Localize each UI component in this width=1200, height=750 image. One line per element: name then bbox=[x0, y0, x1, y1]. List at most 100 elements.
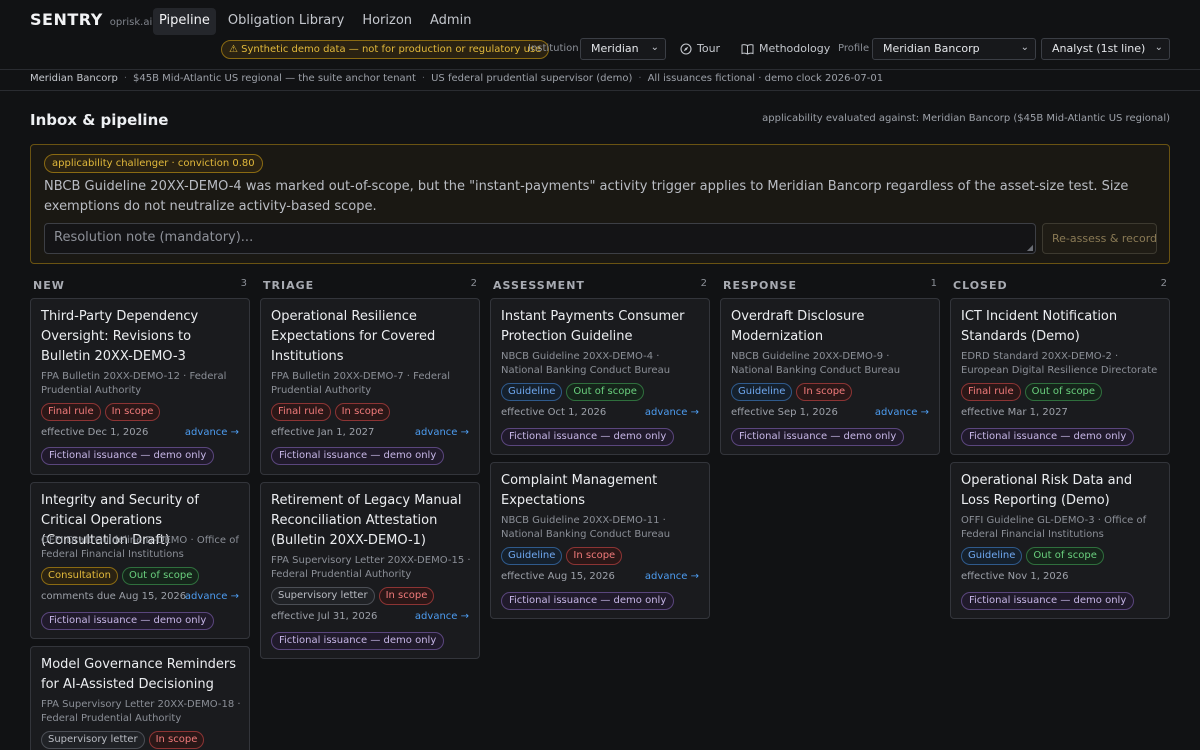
type-badge: Guideline bbox=[961, 547, 1023, 565]
column-title: NEW bbox=[33, 279, 65, 292]
column-count: 2 bbox=[700, 278, 707, 289]
column-header: CLOSED 2 bbox=[950, 276, 1170, 298]
card-meta: FPA Bulletin 20XX-DEMO-12 · Federal Prud… bbox=[41, 371, 227, 396]
column-closed: CLOSED 2 ICT Incident Notification Stand… bbox=[950, 276, 1170, 619]
book-icon bbox=[741, 43, 754, 55]
tab-horizon[interactable]: Horizon bbox=[356, 8, 418, 35]
fictional-badge: Fictional issuance — demo only bbox=[41, 612, 215, 630]
breadcrumb: Meridian Bancorp · $45B Mid-Atlantic US re… bbox=[0, 69, 1200, 91]
issuance-card[interactable]: Integrity and Security of Critical Opera… bbox=[30, 482, 250, 639]
scope-badge: Out of scope bbox=[1026, 547, 1104, 565]
institution-select[interactable]: Meridian ⌄ bbox=[580, 38, 666, 60]
issuance-card[interactable]: Third-Party Dependency Oversight: Revisi… bbox=[30, 298, 250, 475]
challenger-badge: applicability challenger · conviction 0.… bbox=[44, 154, 263, 173]
card-tags: Supervisory letter In scope bbox=[271, 587, 435, 605]
advance-link[interactable]: advance → bbox=[185, 427, 239, 438]
column-count: 2 bbox=[1160, 278, 1167, 289]
column-assessment: ASSESSMENT 2 Instant Payments Consumer P… bbox=[490, 276, 710, 619]
synthetic-data-warning: ⚠ Synthetic demo data — not for producti… bbox=[221, 40, 550, 59]
scope-badge: In scope bbox=[796, 383, 853, 401]
card-meta: NBCB Guideline 20XX-DEMO-4 · National Ba… bbox=[501, 351, 671, 376]
card-meta: FPA Supervisory Letter 20XX-DEMO-15 · Fe… bbox=[271, 555, 471, 580]
type-badge: Supervisory letter bbox=[41, 731, 145, 749]
issuance-card[interactable]: Complaint Management Expectations NBCB G… bbox=[490, 462, 710, 619]
card-effective-date: effective Aug 15, 2026 bbox=[501, 571, 615, 582]
card-effective-date: effective Dec 1, 2026 bbox=[41, 427, 149, 438]
tab-admin[interactable]: Admin bbox=[424, 8, 477, 35]
top-bar: SENTRY oprisk.ai Pipeline Obligation Lib… bbox=[0, 0, 1200, 70]
card-effective-date: effective Nov 1, 2026 bbox=[961, 571, 1069, 582]
breadcrumb-item: $45B Mid-Atlantic US regional — the suit… bbox=[133, 73, 416, 84]
role-value: Analyst (1st line) bbox=[1052, 42, 1146, 55]
column-title: CLOSED bbox=[953, 279, 1008, 292]
card-effective-date: comments due Aug 15, 2026 bbox=[41, 591, 187, 602]
column-count: 3 bbox=[240, 278, 247, 289]
type-badge: Guideline bbox=[731, 383, 793, 401]
profile-value: Meridian Bancorp bbox=[883, 42, 980, 55]
advance-link[interactable]: advance → bbox=[645, 407, 699, 418]
card-tags: Final rule In scope bbox=[271, 403, 391, 421]
issuance-card[interactable]: Operational Risk Data and Loss Reporting… bbox=[950, 462, 1170, 619]
card-meta: OFFI Guideline GL-DEMO-3 · Office of Fed… bbox=[961, 515, 1147, 540]
profile-select[interactable]: Meridian Bancorp ⌄ bbox=[872, 38, 1036, 60]
issuance-card[interactable]: Operational Resilience Expectations for … bbox=[260, 298, 480, 475]
resolution-note-input[interactable]: Resolution note (mandatory)... ◢ bbox=[44, 223, 1036, 254]
advance-link[interactable]: advance → bbox=[645, 571, 699, 582]
fictional-badge: Fictional issuance — demo only bbox=[271, 447, 445, 465]
issuance-card[interactable]: Instant Payments Consumer Protection Gui… bbox=[490, 298, 710, 455]
advance-link[interactable]: advance → bbox=[415, 611, 469, 622]
issuance-card[interactable]: ICT Incident Notification Standards (Dem… bbox=[950, 298, 1170, 455]
type-badge: Guideline bbox=[501, 547, 563, 565]
card-effective-date: effective Oct 1, 2026 bbox=[501, 407, 607, 418]
column-header: NEW 3 bbox=[30, 276, 250, 298]
advance-link[interactable]: advance → bbox=[875, 407, 929, 418]
advance-link[interactable]: advance → bbox=[415, 427, 469, 438]
column-triage: TRIAGE 2 Operational Resilience Expectat… bbox=[260, 276, 480, 659]
brand-subtitle: oprisk.ai bbox=[109, 17, 153, 28]
institution-value: Meridian bbox=[591, 42, 639, 55]
resize-grip-icon[interactable]: ◢ bbox=[1027, 243, 1033, 252]
scope-badge: Out of scope bbox=[1024, 383, 1103, 401]
card-effective-date: effective Jul 31, 2026 bbox=[271, 611, 378, 622]
scope-badge: In scope bbox=[148, 731, 205, 749]
card-title: Operational Risk Data and Loss Reporting… bbox=[961, 473, 1133, 508]
column-title: ASSESSMENT bbox=[493, 279, 585, 292]
role-select[interactable]: Analyst (1st line) ⌄ bbox=[1041, 38, 1170, 60]
card-tags: Guideline Out of scope bbox=[501, 383, 644, 401]
breadcrumb-item[interactable]: Meridian Bancorp bbox=[30, 73, 118, 84]
tab-obligation-library[interactable]: Obligation Library bbox=[222, 8, 350, 35]
card-title: Instant Payments Consumer Protection Gui… bbox=[501, 309, 685, 344]
reassess-record-button[interactable]: Re-assess & record bbox=[1042, 223, 1157, 254]
card-meta: EDRD Standard 20XX-DEMO-2 · European Dig… bbox=[961, 351, 1158, 376]
tour-button[interactable]: Tour bbox=[680, 42, 720, 55]
card-tags: Supervisory letter In scope bbox=[41, 731, 205, 749]
issuance-card[interactable]: Overdraft Disclosure Modernization NBCB … bbox=[720, 298, 940, 455]
profile-label: Profile bbox=[838, 43, 870, 54]
type-badge: Supervisory letter bbox=[271, 587, 375, 605]
methodology-label: Methodology bbox=[759, 42, 831, 55]
card-tags: Guideline In scope bbox=[731, 383, 853, 401]
card-title: Complaint Management Expectations bbox=[501, 473, 658, 508]
fictional-badge: Fictional issuance — demo only bbox=[501, 428, 675, 446]
challenger-text: NBCB Guideline 20XX-DEMO-4 was marked ou… bbox=[44, 179, 1129, 214]
issuance-card[interactable]: Retirement of Legacy Manual Reconciliati… bbox=[260, 482, 480, 659]
type-badge: Consultation bbox=[41, 567, 118, 585]
issuance-card[interactable]: Model Governance Reminders for AI-Assist… bbox=[30, 646, 250, 750]
methodology-button[interactable]: Methodology bbox=[741, 42, 830, 55]
fictional-badge: Fictional issuance — demo only bbox=[961, 592, 1135, 610]
card-meta: NBCB Guideline 20XX-DEMO-11 · National B… bbox=[501, 515, 671, 540]
card-meta: OFFI Draft Guideline D-DEMO · Office of … bbox=[41, 535, 239, 560]
type-badge: Guideline bbox=[501, 383, 563, 401]
scope-badge: In scope bbox=[334, 403, 391, 421]
tab-pipeline[interactable]: Pipeline bbox=[153, 8, 216, 35]
card-tags: Guideline Out of scope bbox=[961, 547, 1104, 565]
type-badge: Final rule bbox=[41, 403, 101, 421]
card-title: Overdraft Disclosure Modernization bbox=[731, 309, 865, 344]
column-title: TRIAGE bbox=[263, 279, 315, 292]
card-title: Operational Resilience Expectations for … bbox=[271, 309, 436, 364]
card-title: Model Governance Reminders for AI-Assist… bbox=[41, 657, 237, 692]
advance-link[interactable]: advance → bbox=[185, 591, 239, 602]
fictional-badge: Fictional issuance — demo only bbox=[501, 592, 675, 610]
brand[interactable]: SENTRY oprisk.ai bbox=[30, 10, 152, 29]
card-title: Retirement of Legacy Manual Reconciliati… bbox=[271, 493, 462, 548]
